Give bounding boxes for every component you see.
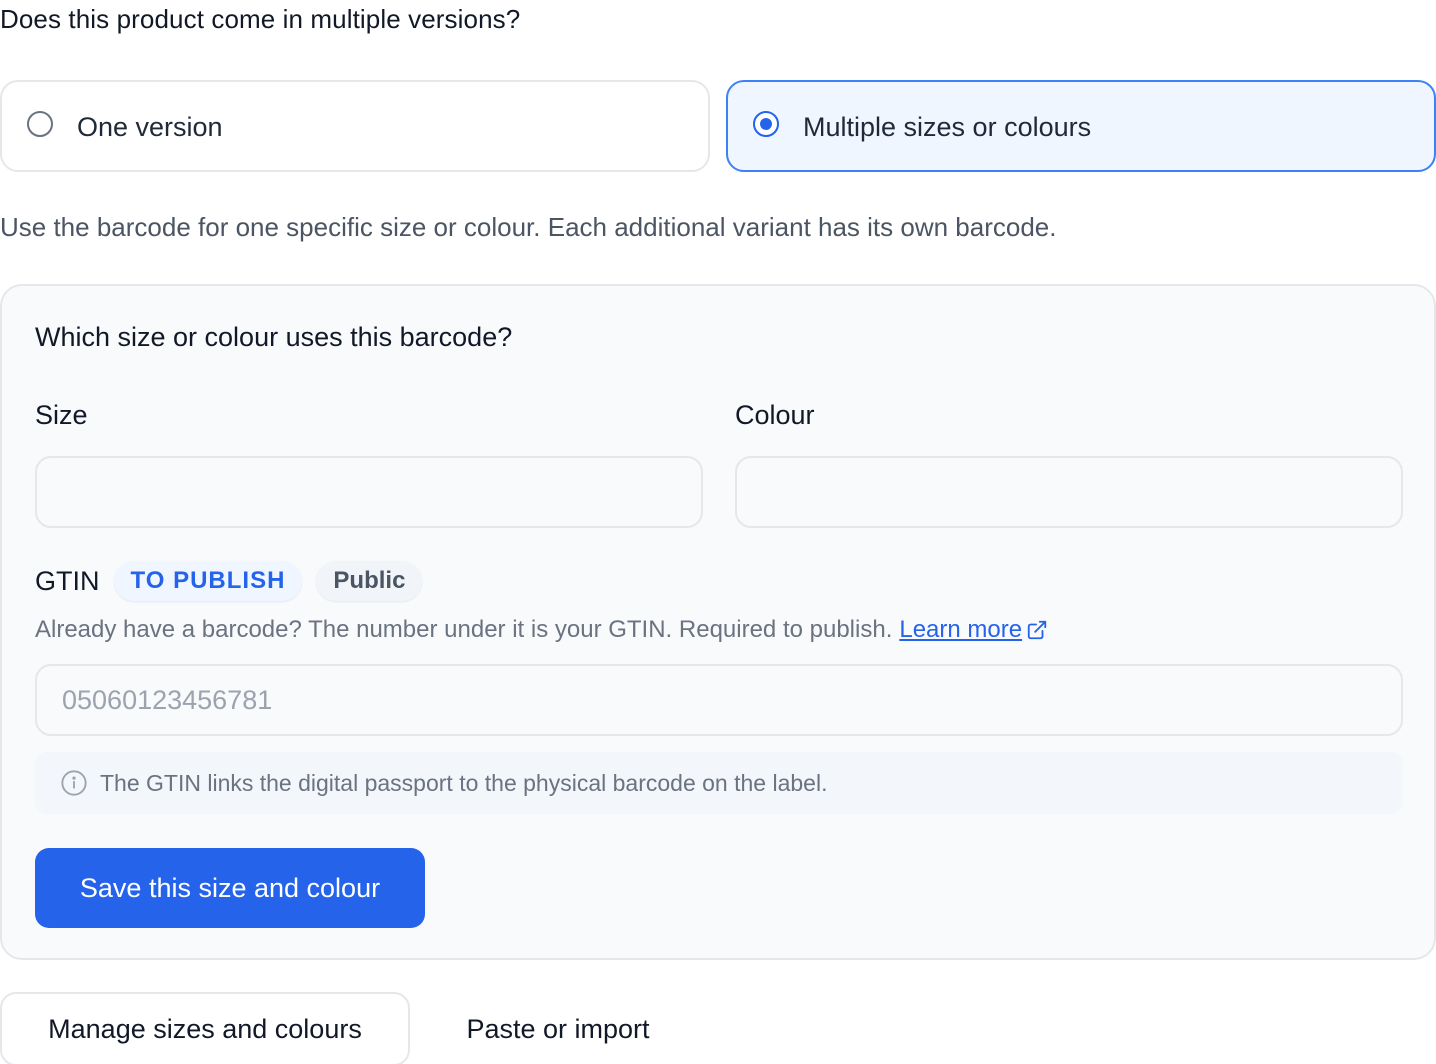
option-one-version[interactable]: One version (0, 80, 710, 172)
gtin-note-text: The GTIN links the digital passport to t… (100, 769, 828, 796)
external-link-icon[interactable] (1026, 619, 1048, 641)
option-multiple-sizes-label: Multiple sizes or colours (803, 112, 1092, 142)
manage-sizes-colours-button[interactable]: Manage sizes and colours (0, 992, 410, 1064)
radio-selected-icon[interactable] (753, 111, 779, 137)
gtin-help: Already have a barcode? The number under… (35, 616, 1048, 644)
colour-label: Colour (735, 400, 815, 430)
versions-question: Does this product come in multiple versi… (0, 4, 521, 34)
info-icon (61, 770, 87, 796)
size-label: Size (35, 400, 88, 430)
barcode-hint: Use the barcode for one specific size or… (0, 212, 1057, 242)
variant-panel: Which size or colour uses this barcode? … (0, 284, 1436, 960)
colour-input[interactable] (735, 456, 1403, 528)
radio-dot (760, 118, 772, 130)
gtin-input[interactable] (35, 664, 1403, 736)
save-size-colour-button[interactable]: Save this size and colour (35, 848, 425, 928)
option-multiple-sizes[interactable]: Multiple sizes or colours (726, 80, 1436, 172)
gtin-header: GTIN TO PUBLISH Public (35, 560, 436, 602)
learn-more-link[interactable]: Learn more (899, 616, 1022, 644)
paste-import-button[interactable]: Paste or import (440, 992, 676, 1064)
gtin-label: GTIN (35, 565, 100, 596)
to-publish-badge: TO PUBLISH (113, 561, 303, 601)
panel-title: Which size or colour uses this barcode? (35, 322, 513, 352)
size-input[interactable] (35, 456, 703, 528)
gtin-help-text: Already have a barcode? The number under… (35, 616, 893, 643)
gtin-info-note: The GTIN links the digital passport to t… (35, 752, 1403, 814)
radio-unselected-icon[interactable] (27, 111, 53, 137)
public-badge: Public (316, 561, 423, 601)
option-one-version-label: One version (77, 112, 223, 142)
variant-form-page: Does this product come in multiple versi… (0, 0, 1436, 1064)
